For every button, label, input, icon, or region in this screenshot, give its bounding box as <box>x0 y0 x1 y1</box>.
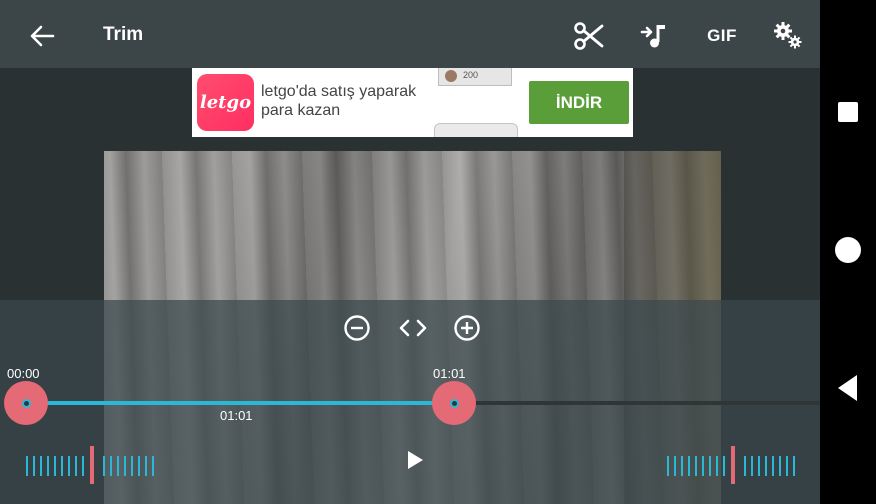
end-trim-handle[interactable] <box>432 381 477 425</box>
avatar <box>445 70 457 82</box>
install-button[interactable]: İNDİR <box>529 81 629 124</box>
start-fine-tune-scrubber[interactable] <box>25 446 157 484</box>
ad-phone-image: 200 <box>438 68 512 86</box>
square-icon <box>838 102 858 122</box>
zoom-out-button[interactable] <box>343 314 371 342</box>
ad-phone-badge: 200 <box>463 70 479 80</box>
back-nav-button[interactable] <box>820 360 876 416</box>
arrow-left-icon <box>30 25 55 47</box>
back-button[interactable] <box>26 20 58 52</box>
start-time-label: 00:00 <box>7 366 40 381</box>
letgo-logo: letgo <box>197 74 254 131</box>
ad-banner[interactable]: letgo letgo'da satış yaparak para kazan … <box>192 68 633 137</box>
music-note-add-icon <box>640 25 665 48</box>
scissors-icon <box>574 22 604 50</box>
handle-dot <box>21 398 31 408</box>
ad-line-2: para kazan <box>261 102 341 119</box>
top-app-bar: Trim GIF <box>0 0 820 68</box>
ad-line-1: letgo'da satış yaparak <box>261 83 417 100</box>
trim-screen: Trim GIF letgo letgo'da satış yaparak pa… <box>0 0 876 504</box>
gif-label: GIF <box>707 26 737 45</box>
circle-icon <box>835 237 861 263</box>
cut-button[interactable] <box>571 18 607 54</box>
play-button[interactable] <box>404 449 426 471</box>
timeline-selection <box>25 401 455 405</box>
settings-button[interactable] <box>770 18 806 54</box>
duration-label: 01:01 <box>220 408 253 423</box>
handle-dot <box>449 398 459 408</box>
home-button[interactable] <box>820 222 876 278</box>
minus-circle-icon <box>344 315 370 341</box>
zoom-in-button[interactable] <box>453 314 481 342</box>
chevrons-left-right-icon <box>399 319 427 337</box>
gears-icon <box>774 22 802 49</box>
page-title: Trim <box>103 24 144 45</box>
expand-button[interactable] <box>397 314 429 342</box>
plus-circle-icon <box>454 315 480 341</box>
add-music-button[interactable] <box>636 18 672 54</box>
triangle-back-icon <box>838 375 857 401</box>
recents-button[interactable] <box>820 84 876 140</box>
gif-button[interactable]: GIF <box>702 18 742 54</box>
ad-text: letgo'da satış yaparak para kazan <box>261 82 416 120</box>
play-icon <box>408 451 423 469</box>
start-trim-handle[interactable] <box>4 381 48 425</box>
ad-phone-image-2 <box>434 123 518 137</box>
end-fine-tune-scrubber[interactable] <box>666 446 798 484</box>
end-time-label: 01:01 <box>433 366 466 381</box>
system-nav-bar <box>820 0 876 504</box>
